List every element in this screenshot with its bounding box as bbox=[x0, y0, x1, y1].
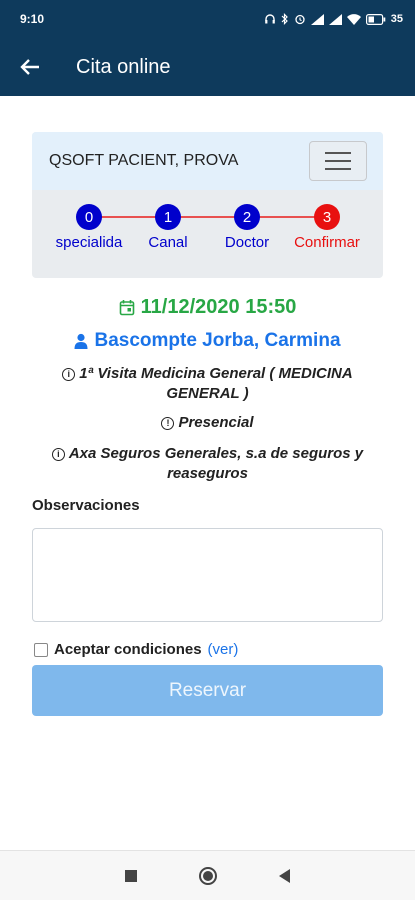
hamburger-menu-icon bbox=[325, 152, 351, 154]
step-confirmar[interactable]: 3 Confirmar bbox=[287, 204, 367, 251]
reserve-button[interactable]: Reservar bbox=[32, 665, 383, 716]
datetime-text: 11/12/2020 15:50 bbox=[140, 296, 297, 318]
doctor-name: Bascompte Jorba, Carmina bbox=[0, 330, 415, 352]
observations-label: Observaciones bbox=[32, 497, 140, 514]
accept-terms-label: Aceptar condiciones bbox=[54, 641, 202, 658]
visit-type: i 1ª Visita Medicina General ( MEDICINA G… bbox=[40, 364, 375, 404]
step-number: 2 bbox=[234, 204, 260, 230]
insurer: i Axa Seguros Generales, s.a de seguros y… bbox=[40, 444, 375, 484]
card-header: QSOFT PACIENT, PROVA bbox=[32, 132, 383, 190]
battery-icon bbox=[365, 13, 386, 25]
view-terms-link[interactable]: (ver) bbox=[208, 641, 239, 658]
accept-terms-checkbox[interactable] bbox=[34, 642, 48, 657]
system-nav-bar bbox=[0, 850, 415, 900]
bluetooth-icon bbox=[281, 13, 288, 25]
step-label: Canal bbox=[148, 234, 188, 251]
alarm-icon bbox=[295, 14, 305, 25]
step-label: Doctor bbox=[224, 234, 270, 251]
status-icons: 35 bbox=[264, 13, 403, 25]
insurer-text: Axa Seguros Generales, s.a de seguros y … bbox=[68, 445, 364, 482]
visit-text: 1ª Visita Medicina General ( MEDICINA GE… bbox=[79, 365, 353, 402]
signal-icon-2 bbox=[328, 13, 342, 25]
step-especialidad[interactable]: 0 specialida bbox=[49, 204, 129, 251]
step-number: 1 bbox=[155, 204, 181, 230]
arrow-left-icon bbox=[20, 59, 39, 75]
home-icon[interactable] bbox=[199, 866, 217, 885]
step-doctor[interactable]: 2 Doctor bbox=[207, 204, 287, 251]
back-triangle-icon[interactable] bbox=[279, 868, 290, 883]
recents-icon[interactable] bbox=[125, 869, 137, 882]
step-label: specialida bbox=[55, 234, 123, 251]
appointment-datetime: 11/12/2020 15:50 bbox=[0, 296, 415, 319]
menu-button[interactable] bbox=[309, 141, 367, 181]
calendar-icon bbox=[119, 300, 134, 316]
observations-field[interactable] bbox=[32, 528, 383, 622]
step-number: 3 bbox=[314, 204, 340, 230]
wifi-icon bbox=[346, 13, 361, 25]
modality-text: Presencial bbox=[178, 414, 254, 431]
status-time: 9:10 bbox=[20, 12, 45, 26]
signal-icon bbox=[310, 13, 324, 25]
battery-level: 35 bbox=[390, 13, 403, 25]
stepper: 0 specialida 1 Canal 2 Doctor 3 Confirma… bbox=[32, 190, 383, 278]
info-icon: ! bbox=[161, 417, 175, 430]
back-button[interactable] bbox=[0, 38, 60, 96]
info-icon: i bbox=[51, 448, 65, 461]
accept-terms-row: Aceptar condiciones (ver) bbox=[34, 641, 238, 658]
step-canal[interactable]: 1 Canal bbox=[128, 204, 208, 251]
step-number: 0 bbox=[76, 204, 102, 230]
user-icon bbox=[74, 333, 88, 349]
status-bar: 9:10 35 bbox=[0, 0, 415, 38]
appointment-card: QSOFT PACIENT, PROVA 0 specialida 1 Cana… bbox=[32, 132, 383, 278]
page-title: Cita online bbox=[76, 55, 171, 78]
doctor-text: Bascompte Jorba, Carmina bbox=[94, 330, 341, 351]
app-bar: Cita online bbox=[0, 38, 415, 96]
info-icon: i bbox=[62, 368, 76, 381]
visit-modality: ! Presencial bbox=[40, 413, 375, 433]
step-label: Confirmar bbox=[294, 234, 360, 251]
headphones-icon bbox=[264, 14, 275, 24]
patient-name: QSOFT PACIENT, PROVA bbox=[49, 152, 239, 169]
